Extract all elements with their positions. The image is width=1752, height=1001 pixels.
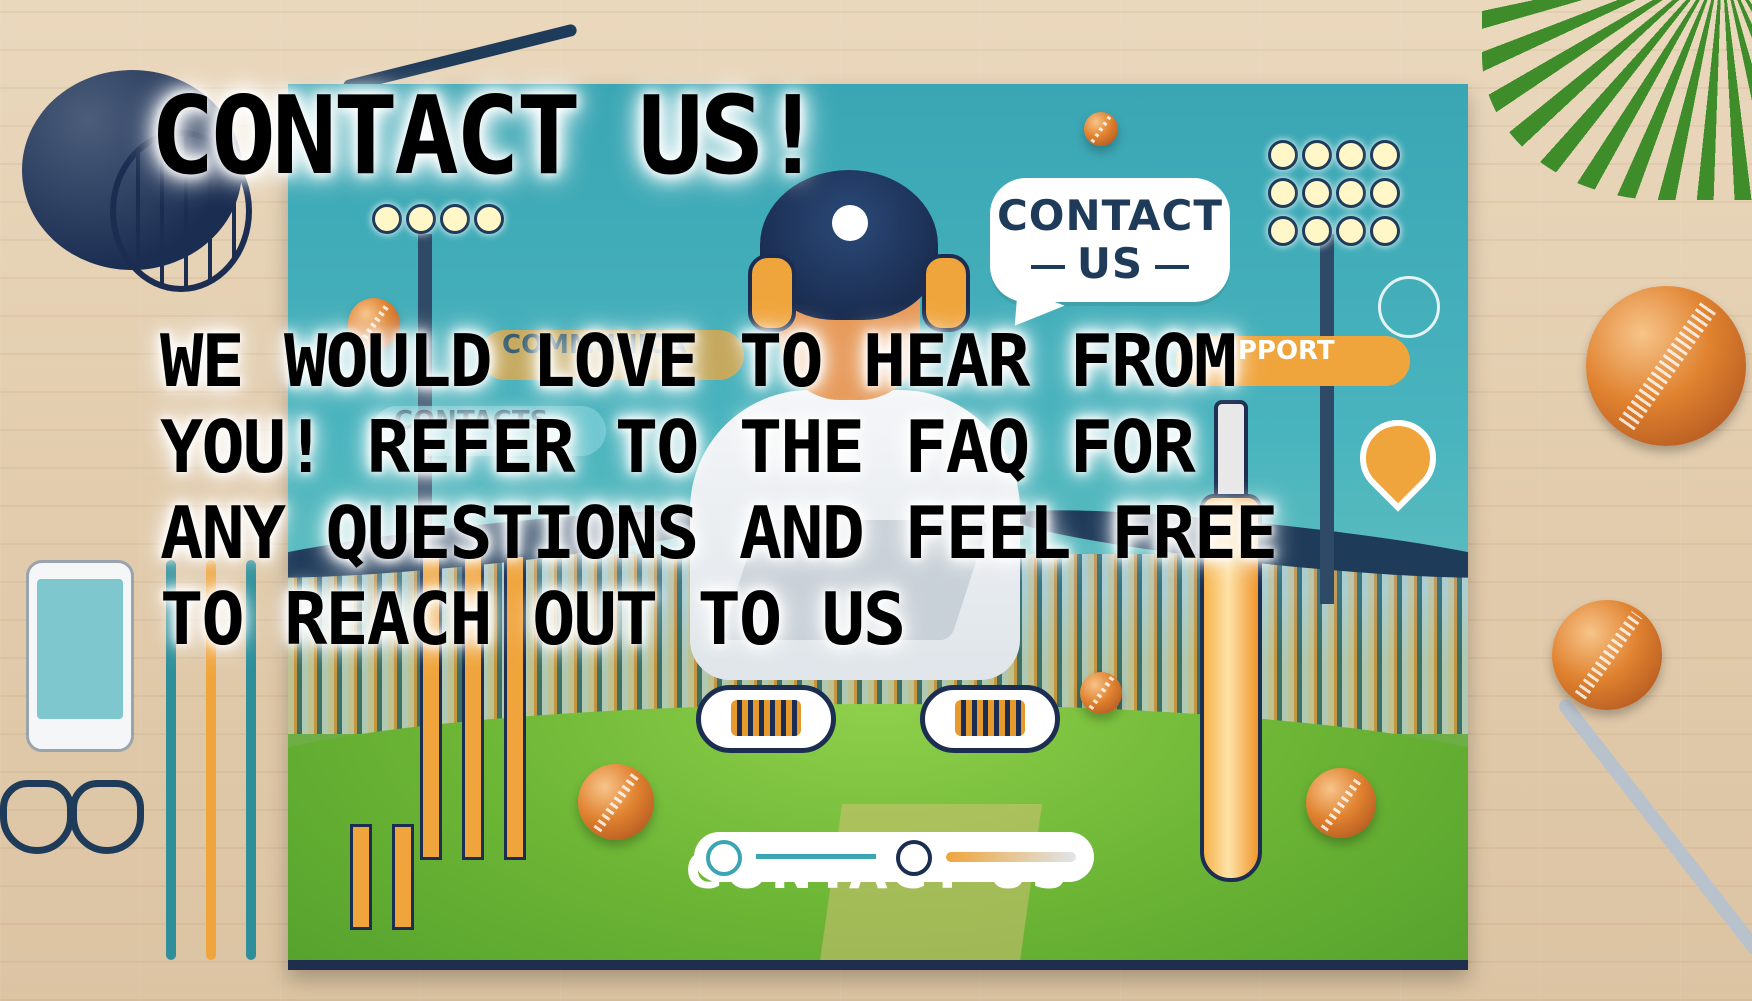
bubble-line-1: CONTACT [996, 191, 1224, 240]
cricket-ball-icon [1080, 672, 1122, 714]
speech-bubble-icon: CONTACT US [990, 178, 1230, 302]
location-pin-icon [1344, 404, 1452, 512]
cricket-ball-icon [1084, 112, 1118, 146]
page-title: CONTACT US! [150, 74, 825, 199]
bar-line [946, 852, 1076, 862]
bar-line [756, 854, 876, 859]
ring-icon [1378, 276, 1440, 338]
cricket-ball-icon [1586, 286, 1746, 446]
cricket-ball-icon [1552, 600, 1662, 710]
floodlight-icon [372, 204, 504, 234]
bubble-line-2-text: US [1076, 239, 1144, 288]
floodlight-icon [1268, 140, 1400, 246]
cricket-ball-icon [1306, 768, 1376, 838]
floodlight-pole [1320, 234, 1334, 604]
circle-icon [896, 840, 932, 876]
shoe [696, 685, 836, 753]
bubble-line-2: US [990, 240, 1230, 288]
phone-icon [26, 560, 134, 752]
bubble-text: CONTACT US [990, 192, 1230, 288]
shoe [920, 685, 1060, 753]
cricket-ball-icon [578, 764, 654, 840]
contact-message: WE WOULD LOVE TO HEAR FROM YOU! REFER TO… [160, 319, 1278, 661]
glasses [0, 780, 144, 860]
circle-icon [706, 840, 742, 876]
helmet-logo [832, 205, 868, 241]
poster-contact-bar [694, 832, 1094, 882]
